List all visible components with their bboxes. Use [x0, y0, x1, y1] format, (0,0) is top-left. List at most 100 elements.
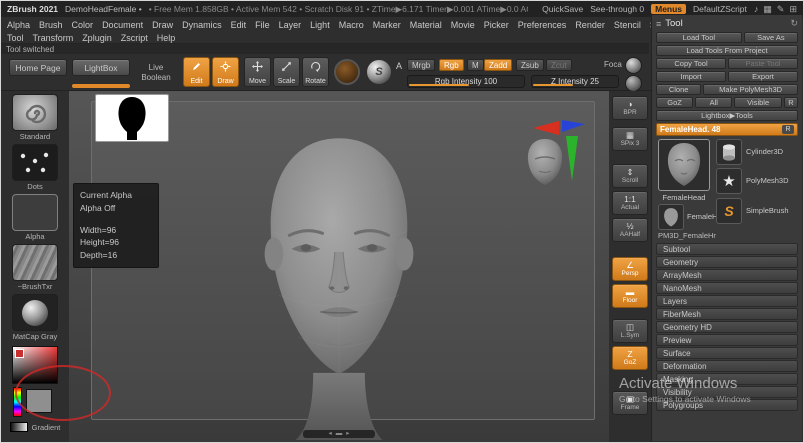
menu-item[interactable]: Macro — [339, 20, 364, 30]
window-icon[interactable]: ⊞ — [789, 4, 797, 15]
right-shelf-button[interactable]: ◫ L.Sym — [612, 319, 648, 343]
subpalette-row[interactable]: Geometry — [656, 256, 798, 268]
stroke-selector[interactable]: Dots — [12, 144, 58, 191]
scroll-left-icon[interactable]: ◂ — [328, 430, 331, 438]
subpalette-row[interactable]: FiberMesh — [656, 308, 798, 320]
quicksave-button[interactable]: QuickSave — [542, 4, 583, 14]
draw-button[interactable]: Draw — [212, 57, 239, 87]
active-tool-header[interactable]: FemaleHead. 48 R — [656, 123, 798, 136]
scale-button[interactable]: Scale — [273, 57, 300, 87]
sculpt-head-model[interactable] — [225, 130, 453, 440]
canvas-viewport[interactable]: Current Alpha Alpha Off Width=96 Height=… — [69, 91, 609, 442]
copy-tool-button[interactable]: Copy Tool — [656, 58, 726, 69]
menu-item[interactable]: Brush — [39, 20, 63, 30]
subpalette-row[interactable]: Polygroups — [656, 399, 798, 411]
lightbox-drag-bar[interactable] — [72, 84, 130, 88]
lightbox-tools-button[interactable]: Lightbox▶Tools — [656, 110, 798, 121]
menu-item[interactable]: Marker — [373, 20, 401, 30]
curve-circle-icon[interactable] — [625, 75, 642, 92]
make-polymesh3d-button[interactable]: Make PolyMesh3D — [703, 84, 798, 95]
lightbox-button[interactable]: LightBox — [72, 59, 130, 76]
goz-all-button[interactable]: All — [695, 97, 733, 108]
goz-button[interactable]: GoZ — [656, 97, 694, 108]
reset-icon[interactable]: ↻ — [790, 18, 798, 29]
menu-item[interactable]: Tool — [7, 33, 24, 43]
subpalette-row[interactable]: NanoMesh — [656, 282, 798, 294]
saturation-value-square[interactable] — [12, 346, 58, 384]
menu-item[interactable]: Movie — [451, 20, 475, 30]
menu-item[interactable]: Help — [157, 33, 176, 43]
right-shelf-button[interactable]: ▣ Frame — [612, 391, 648, 415]
pencil-icon[interactable]: ✎ — [777, 4, 785, 15]
subpalette-row[interactable]: Surface — [656, 347, 798, 359]
right-shelf-button[interactable]: ▬ Floor — [612, 284, 648, 308]
menu-item[interactable]: Color — [72, 20, 94, 30]
texture-selector[interactable]: ~BrushTxr — [12, 244, 58, 291]
femalehead-small-thumbnail[interactable] — [658, 204, 684, 230]
simplebrush-thumbnail[interactable]: S — [716, 198, 742, 224]
menu-item[interactable]: Document — [102, 20, 143, 30]
brush-selector[interactable]: Standard — [12, 94, 58, 141]
rotate-button[interactable]: Rotate — [302, 57, 329, 87]
alpha-selector[interactable]: Alpha — [12, 194, 58, 241]
canvas-scrollbar[interactable]: ◂ ▬ ▸ — [303, 430, 375, 438]
hue-bar[interactable] — [13, 387, 22, 417]
subpalette-row[interactable]: Geometry HD — [656, 321, 798, 333]
menu-item[interactable]: Zscript — [121, 33, 148, 43]
alpha-preview-thumbnail[interactable] — [95, 94, 169, 142]
menu-item[interactable]: Zplugin — [82, 33, 112, 43]
mrgb-button[interactable]: Mrgb — [407, 59, 436, 71]
rgb-button[interactable]: Rgb — [439, 59, 464, 71]
right-shelf-button[interactable]: ⇕ Scroll — [612, 164, 648, 188]
menu-item[interactable]: Edit — [231, 20, 247, 30]
subpalette-row[interactable]: ArrayMesh — [656, 269, 798, 281]
sound-icon[interactable]: ♪ — [754, 4, 759, 15]
material-selector[interactable]: MatCap Gray — [12, 294, 58, 341]
camera-orientation-gizmo[interactable] — [519, 115, 589, 200]
save-as-button[interactable]: Save As — [743, 32, 798, 43]
subpalette-row[interactable]: Masking — [656, 373, 798, 385]
right-shelf-button[interactable]: 1:1 Actual — [612, 191, 648, 215]
export-button[interactable]: Export — [728, 71, 798, 82]
material-sphere-icon[interactable]: S — [367, 60, 391, 84]
secondary-color-swatch[interactable] — [26, 389, 52, 413]
menu-item[interactable]: Preferences — [518, 20, 567, 30]
clone-button[interactable]: Clone — [656, 84, 702, 95]
subpalette-row[interactable]: Layers — [656, 295, 798, 307]
zcut-button[interactable]: Zcut — [546, 59, 572, 71]
restore-button[interactable]: R — [782, 125, 794, 134]
subpalette-row[interactable]: Preview — [656, 334, 798, 346]
z-intensity-slider[interactable]: Z Intensity 25 — [531, 75, 619, 88]
menu-icon[interactable]: ≡ — [656, 19, 661, 29]
scroll-handle[interactable]: ▬ — [336, 430, 343, 438]
menus-button[interactable]: Menus — [651, 4, 687, 14]
subpalette-row[interactable]: Deformation — [656, 360, 798, 372]
home-page-button[interactable]: Home Page — [9, 59, 67, 76]
load-tool-button[interactable]: Load Tool — [656, 32, 742, 43]
gradient-selector[interactable]: Gradient — [9, 422, 60, 432]
menu-item[interactable]: Transform — [33, 33, 74, 43]
paste-tool-button[interactable]: Paste Tool — [728, 58, 798, 69]
menu-item[interactable]: Alpha — [7, 20, 30, 30]
grid-icon[interactable]: ▦ — [763, 4, 772, 15]
scroll-right-icon[interactable]: ▸ — [346, 430, 349, 438]
menu-item[interactable]: Stencil — [614, 20, 641, 30]
menu-item[interactable]: Dynamics — [182, 20, 222, 30]
edit-button[interactable]: Edit — [183, 57, 210, 87]
polymesh3d-thumbnail[interactable]: ★ — [716, 168, 742, 194]
menu-item[interactable]: Material — [410, 20, 442, 30]
menu-item[interactable]: Render — [575, 20, 605, 30]
import-button[interactable]: Import — [656, 71, 726, 82]
right-shelf-button[interactable]: ▦ SPix 3 — [612, 127, 648, 151]
subpalette-row[interactable]: Subtool — [656, 243, 798, 255]
right-shelf-button[interactable]: ∠ Persp — [612, 257, 648, 281]
move-button[interactable]: Move — [244, 57, 271, 87]
right-shelf-button[interactable]: ½ AAHalf — [612, 218, 648, 242]
brush-stroke-preview-icon[interactable] — [334, 59, 360, 85]
zadd-button[interactable]: Zadd — [484, 59, 513, 71]
rgb-intensity-slider[interactable]: Rgb Intensity 100 — [407, 75, 525, 88]
menu-item[interactable]: Draw — [152, 20, 173, 30]
zsub-button[interactable]: Zsub — [516, 59, 544, 71]
m-button[interactable]: M — [467, 59, 484, 71]
right-shelf-button[interactable]: ◑ BPR — [612, 96, 648, 120]
